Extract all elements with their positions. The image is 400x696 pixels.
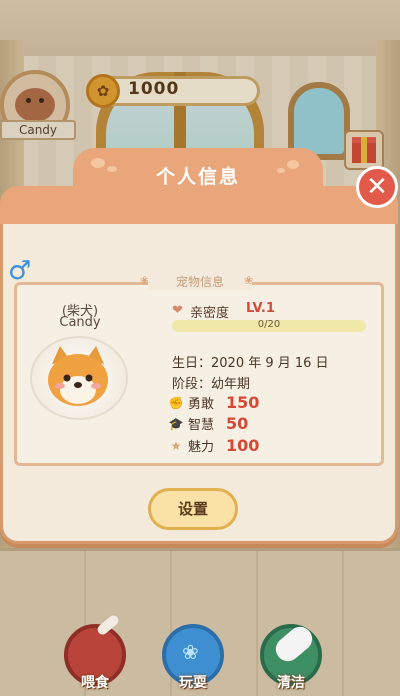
close-button[interactable]: ✕ [356,166,398,208]
clean-label: 清洁 [277,675,305,691]
feed-button[interactable]: 喂食 [58,613,132,692]
stat-value: 150 [226,393,260,412]
stat-label: 勇敢 [188,397,215,412]
intimacy-level: LV.1 [246,301,275,316]
paw-icon: ❀ [244,274,254,287]
brave-icon: ✊ [168,395,184,410]
feed-label: 喂食 [81,675,109,691]
stat-value: 50 [226,414,249,433]
intimacy-progress-text: 0/20 [257,319,281,330]
close-icon: ✕ [366,172,388,202]
play-label: 玩耍 [179,675,207,691]
paw-icon: ❀ [182,640,199,664]
stat-label: 魅力 [188,440,215,455]
stat-value: 100 [226,436,260,455]
stage-line: 阶段：幼年期 [172,377,251,392]
stat-row-charm: ★ 魅力 100 [168,436,260,455]
stat-label: 智慧 [188,418,215,433]
shiba-dog-icon [48,346,108,406]
dialog-title: 个人信息 [155,166,240,188]
star-icon: ★ [170,438,182,453]
stat-row-brave: ✊ 勇敢 150 [168,393,260,412]
settings-button[interactable]: 设置 [148,488,238,530]
heart-icon: ❤ [172,303,183,318]
pet-name: Candy [59,315,101,330]
section-title: 宠物信息 [148,273,252,290]
stat-row-wisdom: 🎓 智慧 50 [168,414,249,433]
clean-button[interactable]: 清洁 [254,618,328,692]
birthday-line: 生日：2020 年 9 月 16 日 [172,356,329,371]
wisdom-icon: 🎓 [168,416,184,431]
play-button[interactable]: ❀ 玩耍 [156,618,230,692]
